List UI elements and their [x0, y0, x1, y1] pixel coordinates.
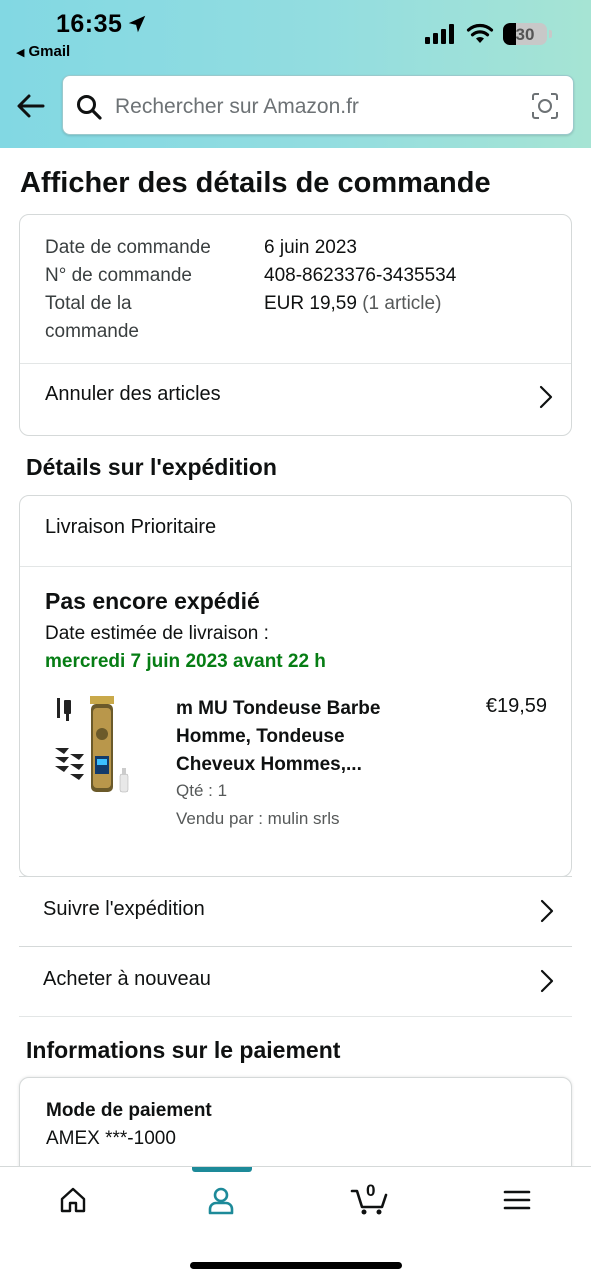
- order-number-label: N° de commande: [45, 265, 192, 286]
- order-total-value: EUR 19,59 (1 article): [264, 290, 441, 318]
- battery-level: 30: [515, 25, 535, 44]
- chevron-right-icon: [539, 385, 553, 409]
- shipment-status: Pas encore expédié: [45, 588, 260, 614]
- tab-account[interactable]: [190, 1167, 250, 1237]
- order-number-value: 408-8623376-3435534: [264, 265, 457, 286]
- divider: [20, 566, 571, 567]
- product-price: €19,59: [485, 695, 547, 717]
- home-icon: [60, 1187, 86, 1213]
- cart-count-badge: 0: [366, 1181, 376, 1200]
- order-date-label: Date de commande: [45, 237, 211, 258]
- search-input[interactable]: Rechercher sur Amazon.fr: [62, 75, 574, 135]
- product-title-line1: m MU Tondeuse Barbe: [176, 698, 381, 719]
- search-icon: [77, 95, 102, 120]
- location-arrow-icon: [128, 15, 146, 33]
- product-image[interactable]: [50, 694, 132, 802]
- order-date-value: 6 juin 2023: [264, 237, 357, 258]
- order-total-label-line2: commande: [45, 321, 139, 342]
- account-icon: [208, 1187, 234, 1215]
- chevron-right-icon: [540, 899, 554, 923]
- product-title-line3: Cheveux Hommes,...: [176, 754, 362, 775]
- menu-icon: [503, 1190, 531, 1210]
- back-arrow-icon[interactable]: [16, 92, 46, 120]
- order-total-items: (1 article): [362, 293, 442, 314]
- chevron-right-icon: [540, 969, 554, 993]
- battery-icon: 30: [503, 23, 547, 45]
- order-total-amount: EUR 19,59: [264, 293, 357, 314]
- back-app-label: Gmail: [28, 43, 71, 60]
- battery-tip: [549, 30, 552, 38]
- product-title-line2: Homme, Tondeuse: [176, 726, 345, 747]
- tab-cart[interactable]: [338, 1167, 398, 1237]
- page-title: Afficher des détails de commande: [20, 167, 491, 199]
- back-triangle-icon: ◀: [16, 47, 25, 59]
- wifi-icon: [466, 23, 494, 43]
- buy-again-label: Acheter à nouveau: [43, 968, 211, 990]
- product-title-link[interactable]: m MU Tondeuse Barbe Homme, Tondeuse Chev…: [176, 695, 426, 779]
- home-indicator: [190, 1262, 402, 1269]
- track-shipment-label: Suivre l'expédition: [43, 898, 205, 920]
- order-summary-card: Date de commande 6 juin 2023 N° de comma…: [19, 214, 572, 436]
- shipping-method: Livraison Prioritaire: [45, 516, 217, 538]
- cancel-items-row[interactable]: Annuler des articles: [20, 363, 571, 431]
- eta-label: Date estimée de livraison :: [45, 623, 269, 644]
- eta-date: mercredi 7 juin 2023 avant 22 h: [45, 651, 326, 672]
- app-header: 16:35 ◀ Gmail 30 Rechercher sur Amazon.fr: [0, 0, 591, 148]
- tab-menu[interactable]: [486, 1167, 546, 1237]
- back-to-app-link[interactable]: ◀ Gmail: [16, 43, 70, 60]
- status-time: 16:35: [56, 10, 123, 38]
- product-quantity: Qté : 1: [176, 781, 228, 800]
- shipping-section-title: Détails sur l'expédition: [26, 454, 277, 480]
- payment-method-value: AMEX ***-1000: [46, 1128, 176, 1149]
- buy-again-row[interactable]: Acheter à nouveau: [19, 946, 572, 1016]
- camera-search-icon[interactable]: [531, 92, 559, 120]
- divider: [19, 1016, 572, 1017]
- search-placeholder: Rechercher sur Amazon.fr: [115, 95, 359, 118]
- payment-section-title: Informations sur le paiement: [26, 1037, 341, 1063]
- cellular-signal-icon: [425, 24, 454, 44]
- track-shipment-row[interactable]: Suivre l'expédition: [19, 876, 572, 946]
- payment-method-label: Mode de paiement: [46, 1100, 212, 1121]
- tab-home[interactable]: [42, 1167, 102, 1237]
- shipment-card: Livraison Prioritaire Pas encore expédié…: [19, 495, 572, 877]
- cancel-items-label: Annuler des articles: [45, 383, 221, 405]
- product-seller: Vendu par : mulin srls: [176, 809, 340, 828]
- order-total-label-line1: Total de la: [45, 293, 132, 314]
